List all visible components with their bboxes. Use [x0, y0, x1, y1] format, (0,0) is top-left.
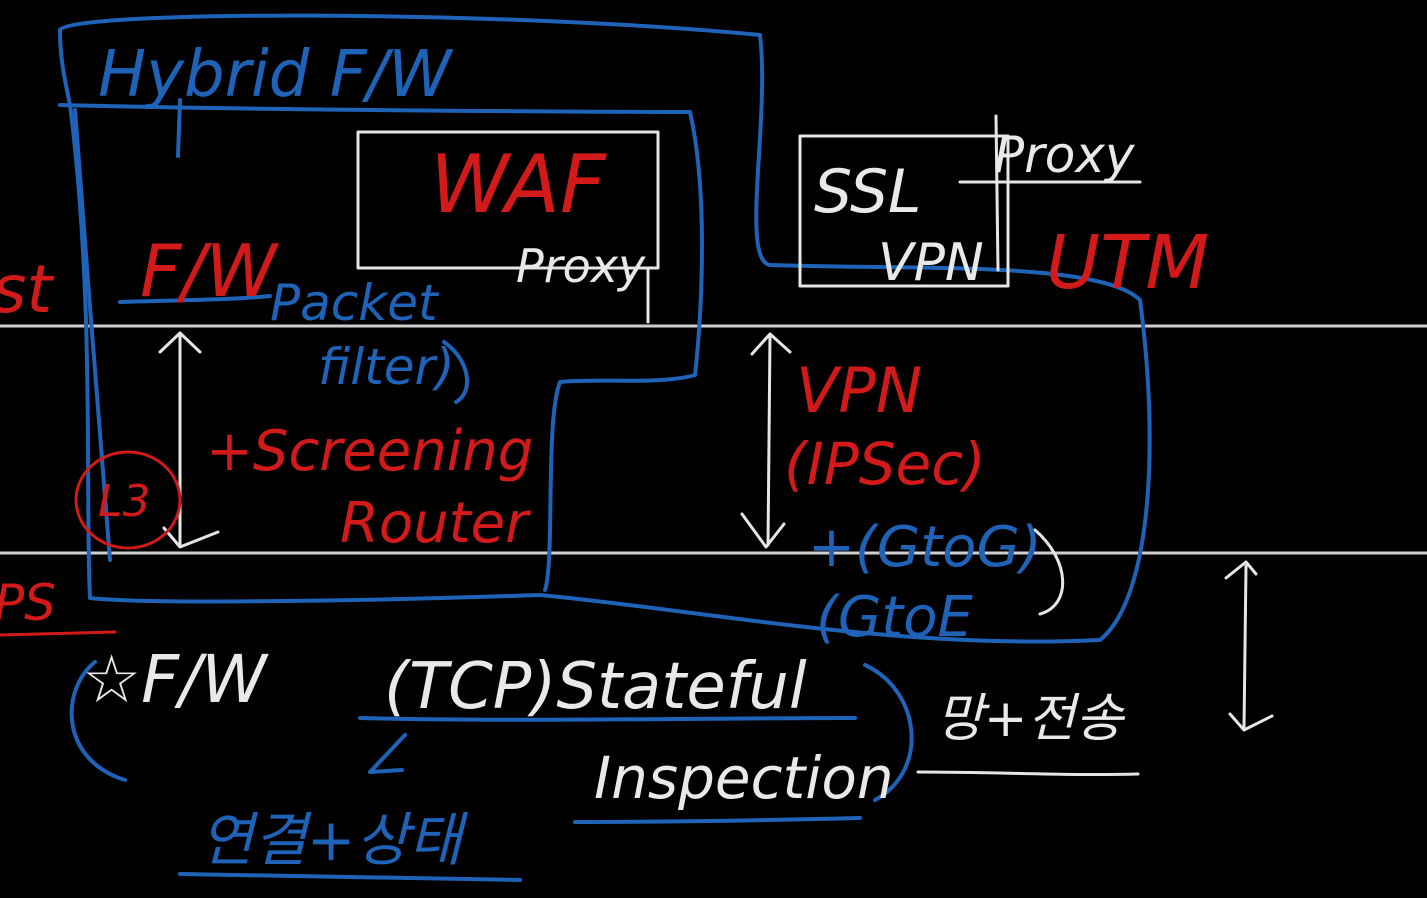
- mang-jeonsong-label: 망+전송: [936, 689, 1125, 749]
- inspection-label: Inspection: [594, 744, 894, 812]
- yeongyeol-underline: [178, 872, 522, 882]
- proxy-right-label: Proxy: [994, 126, 1136, 184]
- whiteboard-canvas: Hybrid F/W WAF Proxy F/W Packet filter) …: [0, 13, 1427, 882]
- packet-label: Packet: [270, 274, 440, 332]
- yeongyeol-sangtae-label: 연결+상태: [200, 806, 469, 874]
- edge-ps-label: PS: [0, 574, 56, 632]
- vpn-layer-arrow: [740, 332, 792, 549]
- mang-underline: [916, 770, 1140, 777]
- down-tick-arrow: [368, 733, 407, 774]
- fw-label: F/W: [140, 229, 280, 313]
- utm-label: UTM: [1046, 220, 1209, 306]
- hybrid-fw-title: Hybrid F/W: [98, 38, 454, 112]
- star-fw-label: ☆F/W: [82, 641, 269, 718]
- screening-label: +Screening: [206, 419, 533, 484]
- waf-proxy-label: Proxy: [516, 239, 646, 293]
- gtoe-label: (GtoE: [816, 585, 973, 650]
- ipsec-label: (IPSec): [784, 430, 986, 498]
- gtog-label: +(GtoG): [808, 515, 1042, 580]
- vpn-label: VPN: [796, 354, 922, 427]
- edge-st-label: st: [0, 251, 54, 328]
- l3-label: L3: [98, 476, 151, 527]
- inspection-underline: [573, 816, 862, 824]
- ssl-vpn-label: VPN: [878, 233, 984, 293]
- filter-label: filter): [318, 338, 455, 396]
- edge-red-stroke: [0, 630, 117, 637]
- right-layer-arrow: [1224, 560, 1274, 732]
- ssl-label: SSL: [814, 157, 921, 227]
- router-label: Router: [340, 491, 531, 556]
- tcp-stateful-label: (TCP)Stateful: [384, 650, 807, 724]
- waf-label: WAF: [430, 138, 607, 231]
